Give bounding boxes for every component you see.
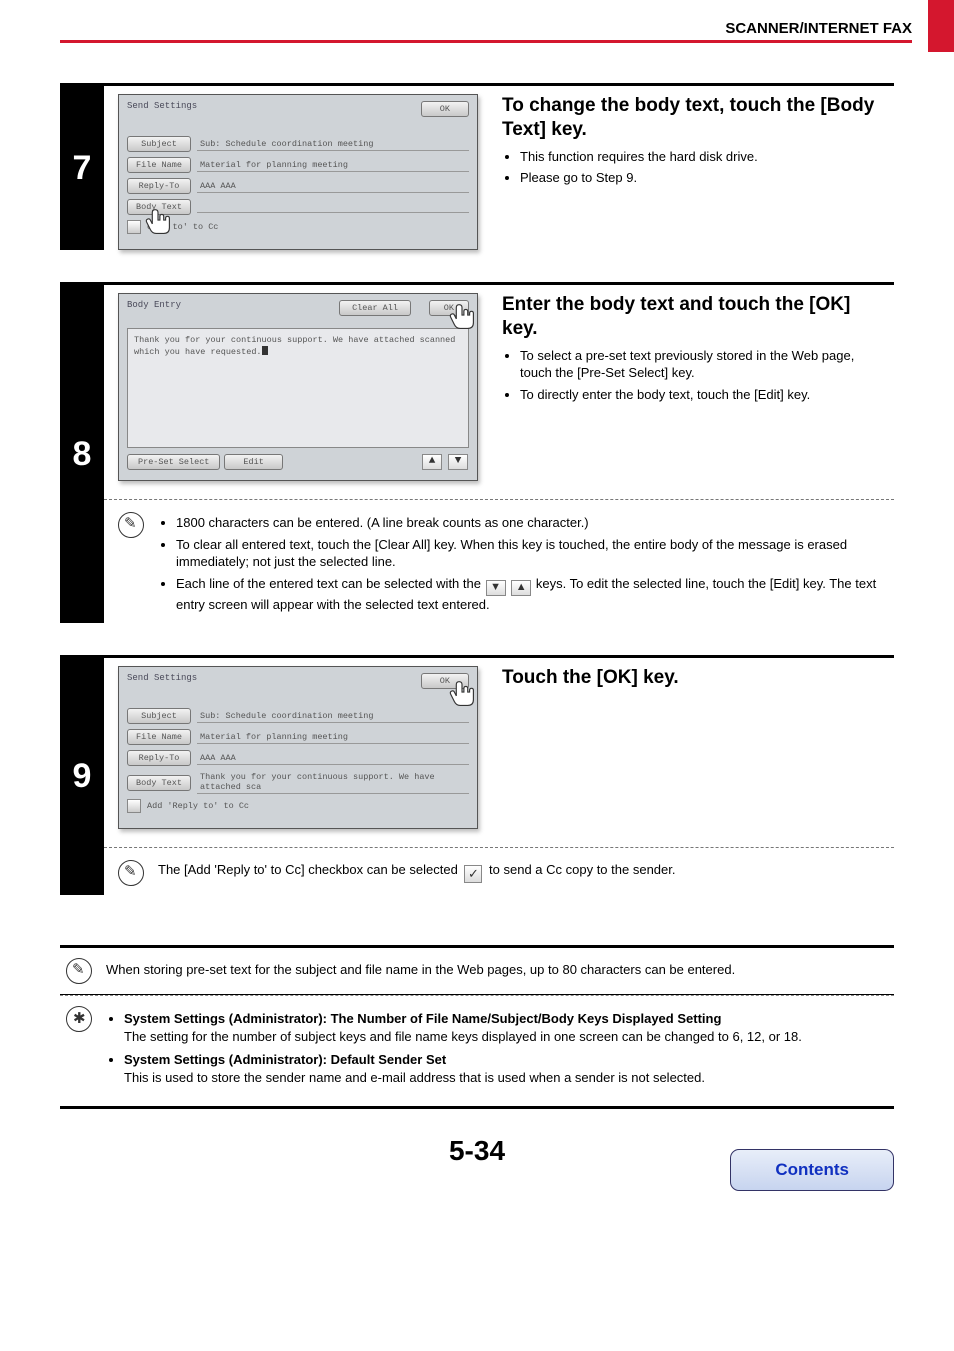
page-footer: 5-34 Contents (60, 1135, 894, 1195)
admin-item-2-title: System Settings (Administrator): Default… (124, 1052, 446, 1067)
text-cursor (262, 346, 268, 355)
checkbox-icon: ✓ (464, 865, 482, 883)
edit-button[interactable]: Edit (224, 454, 282, 470)
admin-item-2-body: This is used to store the sender name an… (124, 1070, 705, 1085)
cc-checkbox[interactable] (127, 799, 141, 813)
subject-value: Sub: Schedule coordination meeting (197, 710, 469, 723)
file-name-button[interactable]: File Name (127, 729, 191, 745)
contents-link[interactable]: Contents (730, 1149, 894, 1191)
step-7: 7 Send Settings OK Subject Sub: Schedule… (60, 83, 894, 250)
step-8-bullet-1: To select a pre-set text previously stor… (520, 347, 888, 382)
file-name-value: Material for planning meeting (197, 731, 469, 744)
step-7-heading: To change the body text, touch the [Body… (502, 94, 888, 142)
reply-to-button[interactable]: Reply-To (127, 178, 191, 194)
step-number-9: 9 (60, 658, 104, 895)
step-9: 9 Send Settings OK Subject Sub: Schedule… (60, 655, 894, 895)
admin-item-1-title: System Settings (Administrator): The Num… (124, 1011, 721, 1026)
step-number-7: 7 (60, 86, 104, 250)
down-key-icon: ▼ (486, 580, 506, 596)
file-name-value: Material for planning meeting (197, 159, 469, 172)
step-8: 8 Body Entry Clear All OK Thank you for … (60, 282, 894, 623)
panel-title: Body Entry (127, 300, 181, 310)
reply-to-button[interactable]: Reply-To (127, 750, 191, 766)
file-name-button[interactable]: File Name (127, 157, 191, 173)
body-entry-panel: Body Entry Clear All OK Thank you for yo… (118, 293, 478, 481)
step-8-bullets: To select a pre-set text previously stor… (502, 347, 888, 404)
step-8-tip-3: Each line of the entered text can be sel… (176, 575, 888, 614)
cc-label: eply to' to Cc (147, 222, 218, 232)
admin-settings-note: System Settings (Administrator): The Num… (60, 995, 894, 1109)
subject-value: Sub: Schedule coordination meeting (197, 138, 469, 151)
scroll-up-button[interactable]: ▲ (422, 454, 442, 470)
step-9-tip: The [Add 'Reply to' to Cc] checkbox can … (104, 858, 894, 895)
step-8-tips: 1800 characters can be entered. (A line … (104, 510, 894, 623)
cc-checkbox[interactable] (127, 220, 141, 234)
gear-icon (66, 1006, 92, 1032)
admin-item-1-body: The setting for the number of subject ke… (124, 1029, 802, 1044)
admin-item-1: System Settings (Administrator): The Num… (124, 1010, 802, 1045)
tip-prefix: The [Add 'Reply to' to Cc] checkbox can … (158, 862, 461, 877)
clear-all-button[interactable]: Clear All (339, 300, 411, 316)
step-7-bullets: This function requires the hard disk dri… (502, 148, 888, 187)
pencil-icon (66, 958, 92, 984)
ok-button[interactable]: OK (421, 101, 469, 117)
storage-note: When storing pre-set text for the subjec… (60, 945, 894, 995)
step-9-heading: Touch the [OK] key. (502, 666, 888, 690)
step-8-tip-1: 1800 characters can be entered. (A line … (176, 514, 888, 532)
body-text-content: Thank you for your continuous support. W… (134, 335, 455, 357)
admin-item-2: System Settings (Administrator): Default… (124, 1051, 802, 1086)
divider (104, 499, 894, 500)
send-settings-panel-9: Send Settings OK Subject Sub: Schedule c… (118, 666, 478, 829)
scroll-down-button[interactable]: ▼ (448, 454, 468, 470)
step-8-heading: Enter the body text and touch the [OK] k… (502, 293, 888, 341)
divider (104, 847, 894, 848)
preset-select-button[interactable]: Pre-Set Select (127, 454, 220, 470)
body-text-button[interactable]: Body Text (127, 199, 191, 215)
pencil-icon (118, 512, 144, 538)
ok-button[interactable]: OK (429, 300, 469, 316)
body-text-value: Thank you for your continuous support. W… (197, 771, 469, 794)
subject-button[interactable]: Subject (127, 708, 191, 724)
panel-title: Send Settings (127, 673, 197, 683)
storage-note-text: When storing pre-set text for the subjec… (106, 958, 735, 984)
panel-title: Send Settings (127, 101, 197, 111)
body-text-value (197, 201, 469, 213)
send-settings-panel-7: Send Settings OK Subject Sub: Schedule c… (118, 94, 478, 250)
body-text-area[interactable]: Thank you for your continuous support. W… (127, 328, 469, 448)
step-8-tip-2: To clear all entered text, touch the [Cl… (176, 536, 888, 571)
cc-label: Add 'Reply to' to Cc (147, 801, 249, 811)
section-title: SCANNER/INTERNET FAX (60, 20, 912, 43)
ok-button[interactable]: OK (421, 673, 469, 689)
step-7-bullet-2: Please go to Step 9. (520, 169, 888, 187)
up-key-icon: ▲ (511, 580, 531, 596)
step-8-bullet-2: To directly enter the body text, touch t… (520, 386, 888, 404)
tip3-prefix: Each line of the entered text can be sel… (176, 576, 485, 591)
step-number-8: 8 (60, 285, 104, 623)
reply-to-value: AAA AAA (197, 752, 469, 765)
subject-button[interactable]: Subject (127, 136, 191, 152)
reply-to-value: AAA AAA (197, 180, 469, 193)
tip-suffix: to send a Cc copy to the sender. (489, 862, 675, 877)
pencil-icon (118, 860, 144, 886)
step-7-bullet-1: This function requires the hard disk dri… (520, 148, 888, 166)
body-text-button[interactable]: Body Text (127, 775, 191, 791)
